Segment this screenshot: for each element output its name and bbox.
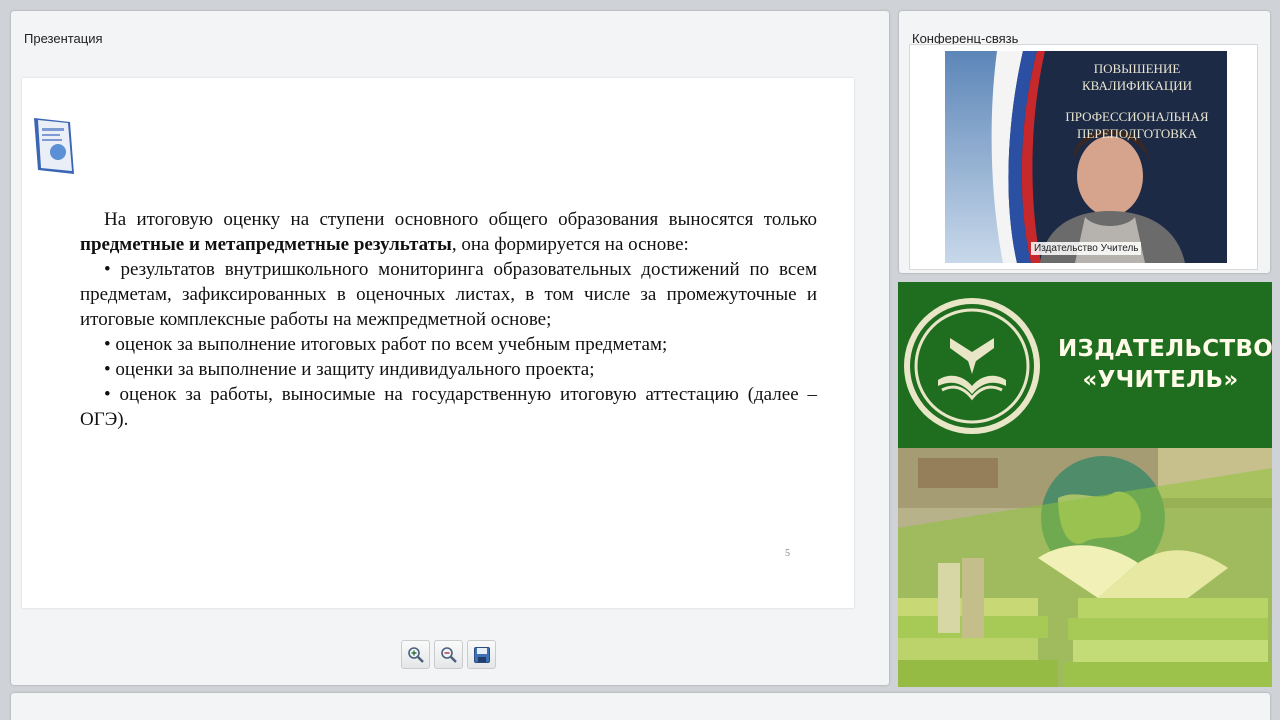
video-frame: ПОВЫШЕНИЕ КВАЛИФИКАЦИИ ПРОФЕССИОНАЛЬНАЯ … bbox=[909, 44, 1258, 270]
publisher-name-line1: ИЗДАТЕЛЬСТВО bbox=[1058, 336, 1272, 362]
slide-text-segment: • результатов внутришкольного мониторинг… bbox=[80, 259, 817, 330]
zoom-in-icon bbox=[407, 646, 424, 663]
slide-text: На итоговую оценку на ступени основного … bbox=[80, 207, 817, 432]
publisher-banner-header: ИЗДАТЕЛЬСТВО «УЧИТЕЛЬ» bbox=[898, 282, 1272, 448]
video-participant-label: Издательство Учитель bbox=[1031, 242, 1142, 255]
slide-text-segment: , она формируется на основе: bbox=[451, 234, 689, 255]
presentation-panel-title: Презентация bbox=[24, 31, 103, 46]
zoom-out-icon bbox=[440, 646, 457, 663]
publisher-name-line2: «УЧИТЕЛЬ» bbox=[1082, 367, 1239, 393]
slide-text-segment: • оценок за работы, выносимые на государ… bbox=[80, 384, 817, 430]
slide: На итоговую оценку на ступени основного … bbox=[22, 78, 854, 608]
slide-text-segment: • оценок за выполнение итоговых работ по… bbox=[104, 334, 668, 355]
backdrop-line: КВАЛИФИКАЦИИ bbox=[1082, 78, 1192, 93]
publisher-name: ИЗДАТЕЛЬСТВО «УЧИТЕЛЬ» bbox=[1058, 334, 1272, 396]
slide-paragraph: • результатов внутришкольного мониторинг… bbox=[80, 257, 817, 332]
slide-paragraph: На итоговую оценку на ступени основного … bbox=[80, 207, 817, 257]
presentation-toolbar bbox=[401, 640, 496, 670]
slide-paragraph: • оценок за выполнение итоговых работ по… bbox=[80, 332, 817, 357]
publisher-banner: ИЗДАТЕЛЬСТВО «УЧИТЕЛЬ» bbox=[898, 282, 1272, 687]
backdrop-line: ПЕРЕПОДГОТОВКА bbox=[1077, 126, 1197, 141]
save-button[interactable] bbox=[467, 640, 496, 669]
books-globe-photo bbox=[898, 448, 1272, 687]
slide-text-segment: На итоговую оценку на ступени основного … bbox=[104, 209, 817, 230]
presentation-panel: Презентация На итоговую оценку на ступен… bbox=[11, 11, 889, 685]
slide-page-number: 5 bbox=[785, 548, 790, 559]
bottom-panel bbox=[11, 693, 1270, 720]
slide-paragraph: • оценок за работы, выносимые на государ… bbox=[80, 382, 817, 432]
backdrop-line: ПОВЫШЕНИЕ bbox=[1093, 61, 1181, 76]
publisher-emblem-icon bbox=[904, 298, 1040, 434]
books-globe-illustration bbox=[898, 448, 1272, 687]
zoom-out-button[interactable] bbox=[434, 640, 463, 669]
slide-text-segment: • оценки за выполнение и защиту индивиду… bbox=[104, 359, 595, 380]
publisher-book-logo bbox=[34, 118, 74, 174]
webcam-video[interactable]: ПОВЫШЕНИЕ КВАЛИФИКАЦИИ ПРОФЕССИОНАЛЬНАЯ … bbox=[945, 51, 1227, 263]
zoom-in-button[interactable] bbox=[401, 640, 430, 669]
slide-bold-text: предметные и метапредметные результаты bbox=[80, 234, 452, 255]
backdrop-text: ПОВЫШЕНИЕ КВАЛИФИКАЦИИ ПРОФЕССИОНАЛЬНАЯ … bbox=[1052, 60, 1222, 142]
save-icon bbox=[473, 646, 490, 663]
conference-panel: Конференц-связь ПОВЫШЕНИЕ КВАЛИФИКАЦИИ П… bbox=[899, 11, 1270, 273]
backdrop-line: ПРОФЕССИОНАЛЬНАЯ bbox=[1065, 109, 1209, 124]
slide-paragraph: • оценки за выполнение и защиту индивиду… bbox=[80, 357, 817, 382]
